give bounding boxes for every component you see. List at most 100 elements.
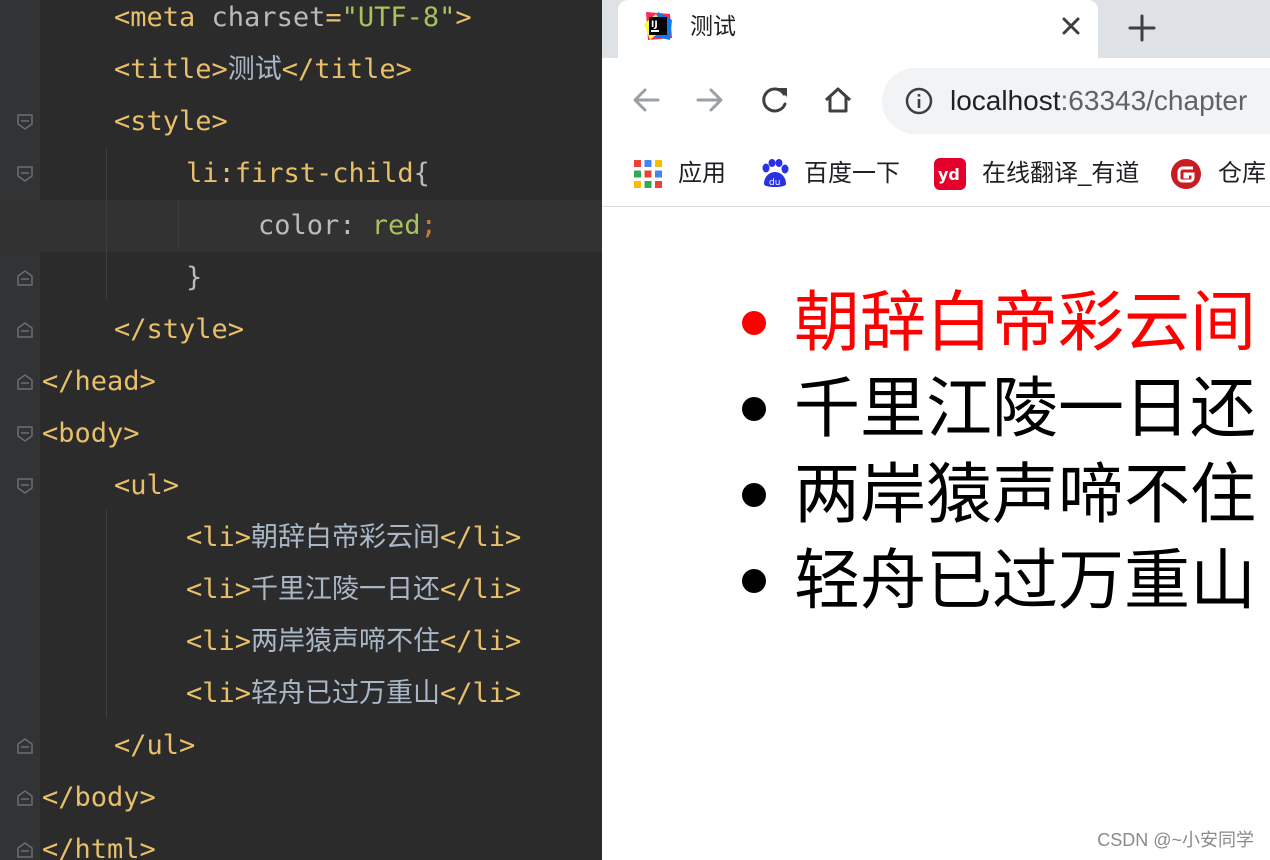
code-line-selector[interactable]: li:first-child{ bbox=[0, 148, 602, 200]
code-token: </li> bbox=[440, 626, 522, 657]
code-token: </li> bbox=[440, 574, 522, 605]
tab-test[interactable]: IJ 测试 bbox=[618, 0, 1098, 58]
code-line-body-close[interactable]: </body> bbox=[0, 772, 602, 824]
code-line-li-3[interactable]: <li>两岸猿声啼不住</li> bbox=[0, 616, 602, 668]
code-line-style-close[interactable]: </style> bbox=[0, 304, 602, 356]
fold-toggle-icon[interactable] bbox=[16, 269, 34, 287]
list-item: 千里江陵一日还 bbox=[732, 365, 1256, 451]
code-token: </head> bbox=[42, 366, 156, 397]
poem-list: 朝辞白帝彩云间 千里江陵一日还 两岸猿声啼不住 轻舟已过万重山 bbox=[732, 279, 1256, 623]
code-token: <ul> bbox=[114, 470, 180, 501]
indent-guide bbox=[106, 147, 107, 299]
code-token: color bbox=[258, 210, 340, 241]
plus-icon[interactable] bbox=[1122, 8, 1162, 48]
code-token: </li> bbox=[440, 522, 522, 553]
info-icon[interactable] bbox=[904, 86, 934, 116]
code-line-declaration[interactable]: color: red; bbox=[0, 200, 602, 252]
code-text: <li>两岸猿声啼不住</li> bbox=[186, 624, 521, 660]
code-token: li:first-child bbox=[186, 158, 414, 189]
code-text: <title>测试</title> bbox=[114, 52, 412, 88]
code-line-ul-close[interactable]: </ul> bbox=[0, 720, 602, 772]
bookmark-gitee[interactable]: 仓库 bbox=[1170, 156, 1270, 192]
code-editor[interactable]: <meta charset="UTF-8"> <title>测试</title> <… bbox=[0, 0, 602, 860]
indent-guide bbox=[178, 200, 179, 246]
code-text: </html> bbox=[42, 832, 156, 860]
code-text: </head> bbox=[42, 364, 156, 400]
list-item: 两岸猿声啼不住 bbox=[732, 451, 1256, 537]
code-line-li-4[interactable]: <li>轻舟已过万重山</li> bbox=[0, 668, 602, 720]
bullet-icon bbox=[742, 311, 766, 335]
list-item-text: 千里江陵一日还 bbox=[794, 371, 1256, 445]
tab-title: 测试 bbox=[690, 13, 736, 39]
fold-toggle-icon[interactable] bbox=[16, 373, 34, 391]
code-line-ul-open[interactable]: <ul> bbox=[0, 460, 602, 512]
baidu-paw-icon: du bbox=[762, 159, 789, 188]
url-path: :63343/chapter bbox=[1060, 85, 1248, 116]
code-token: 测试 bbox=[227, 54, 282, 85]
reload-icon[interactable] bbox=[754, 80, 794, 120]
code-token: <body> bbox=[42, 418, 140, 449]
page-content: 朝辞白帝彩云间 千里江陵一日还 两岸猿声啼不住 轻舟已过万重山 CSDN @~小… bbox=[602, 207, 1270, 860]
home-icon[interactable] bbox=[818, 80, 858, 120]
fold-toggle-icon[interactable] bbox=[16, 113, 34, 131]
fold-toggle-icon[interactable] bbox=[16, 425, 34, 443]
code-text: <li>朝辞白帝彩云间</li> bbox=[186, 520, 521, 556]
code-text: <meta charset="UTF-8"> bbox=[114, 0, 472, 36]
code-token: > bbox=[455, 2, 472, 33]
code-text: <body> bbox=[42, 416, 140, 452]
intellij-icon: IJ bbox=[644, 12, 672, 40]
fold-toggle-icon[interactable] bbox=[16, 477, 34, 495]
code-token: <li> bbox=[186, 678, 252, 709]
code-line-meta[interactable]: <meta charset="UTF-8"> bbox=[0, 0, 602, 44]
code-token: <style> bbox=[114, 106, 228, 137]
list-item-text: 朝辞白帝彩云间 bbox=[794, 285, 1256, 359]
code-token: </html> bbox=[42, 834, 156, 860]
code-line-body-open[interactable]: <body> bbox=[0, 408, 602, 460]
code-text: </body> bbox=[42, 780, 156, 816]
url-host: localhost bbox=[950, 85, 1061, 116]
code-token: 朝辞白帝彩云间 bbox=[251, 522, 441, 553]
code-token: </li> bbox=[440, 678, 522, 709]
svg-text:IJ: IJ bbox=[651, 20, 658, 30]
bookmark-apps[interactable]: 应用 bbox=[632, 156, 732, 192]
code-token: <li> bbox=[186, 574, 252, 605]
bookmark-label: 百度一下 bbox=[804, 160, 900, 187]
code-text: <li>轻舟已过万重山</li> bbox=[186, 676, 521, 712]
fold-toggle-icon[interactable] bbox=[16, 737, 34, 755]
bookmark-youdao[interactable]: yd 在线翻译_有道 bbox=[934, 156, 1144, 192]
code-token: <meta bbox=[114, 2, 212, 33]
svg-text:du: du bbox=[769, 178, 780, 188]
back-arrow-icon[interactable] bbox=[626, 80, 666, 120]
code-line-li-1[interactable]: <li>朝辞白帝彩云间</li> bbox=[0, 512, 602, 564]
youdao-icon: yd bbox=[934, 158, 966, 190]
code-text: li:first-child{ bbox=[186, 156, 430, 192]
code-token: <li> bbox=[186, 626, 252, 657]
code-text: <ul> bbox=[114, 468, 179, 504]
list-item: 轻舟已过万重山 bbox=[732, 537, 1256, 623]
forward-arrow-icon[interactable] bbox=[690, 80, 730, 120]
address-bar[interactable]: localhost:63343/chapter bbox=[882, 68, 1270, 134]
close-icon[interactable] bbox=[1054, 9, 1088, 43]
code-token: 轻舟已过万重山 bbox=[251, 678, 441, 709]
code-line-html-close[interactable]: </html> bbox=[0, 824, 602, 860]
bookmark-label: 仓库 bbox=[1218, 160, 1266, 187]
code-line-style-open[interactable]: <style> bbox=[0, 96, 602, 148]
tab-strip: IJ 测试 bbox=[602, 0, 1270, 58]
fold-toggle-icon[interactable] bbox=[16, 165, 34, 183]
code-line-head-close[interactable]: </head> bbox=[0, 356, 602, 408]
bookmark-baidu[interactable]: du 百度一下 bbox=[758, 156, 908, 192]
fold-toggle-icon[interactable] bbox=[16, 321, 34, 339]
code-line-li-2[interactable]: <li>千里江陵一日还</li> bbox=[0, 564, 602, 616]
code-text: <li>千里江陵一日还</li> bbox=[186, 572, 521, 608]
svg-text:yd: yd bbox=[938, 165, 960, 184]
code-line-brace-close[interactable]: } bbox=[0, 252, 602, 304]
code-token: <li> bbox=[186, 522, 252, 553]
fold-toggle-icon[interactable] bbox=[16, 841, 34, 859]
list-item-text: 轻舟已过万重山 bbox=[794, 543, 1256, 617]
code-token: charset bbox=[211, 2, 326, 33]
indent-guide bbox=[106, 510, 107, 718]
code-token: = bbox=[325, 2, 342, 33]
code-text: </ul> bbox=[114, 728, 195, 764]
fold-toggle-icon[interactable] bbox=[16, 789, 34, 807]
code-line-title[interactable]: <title>测试</title> bbox=[0, 44, 602, 96]
